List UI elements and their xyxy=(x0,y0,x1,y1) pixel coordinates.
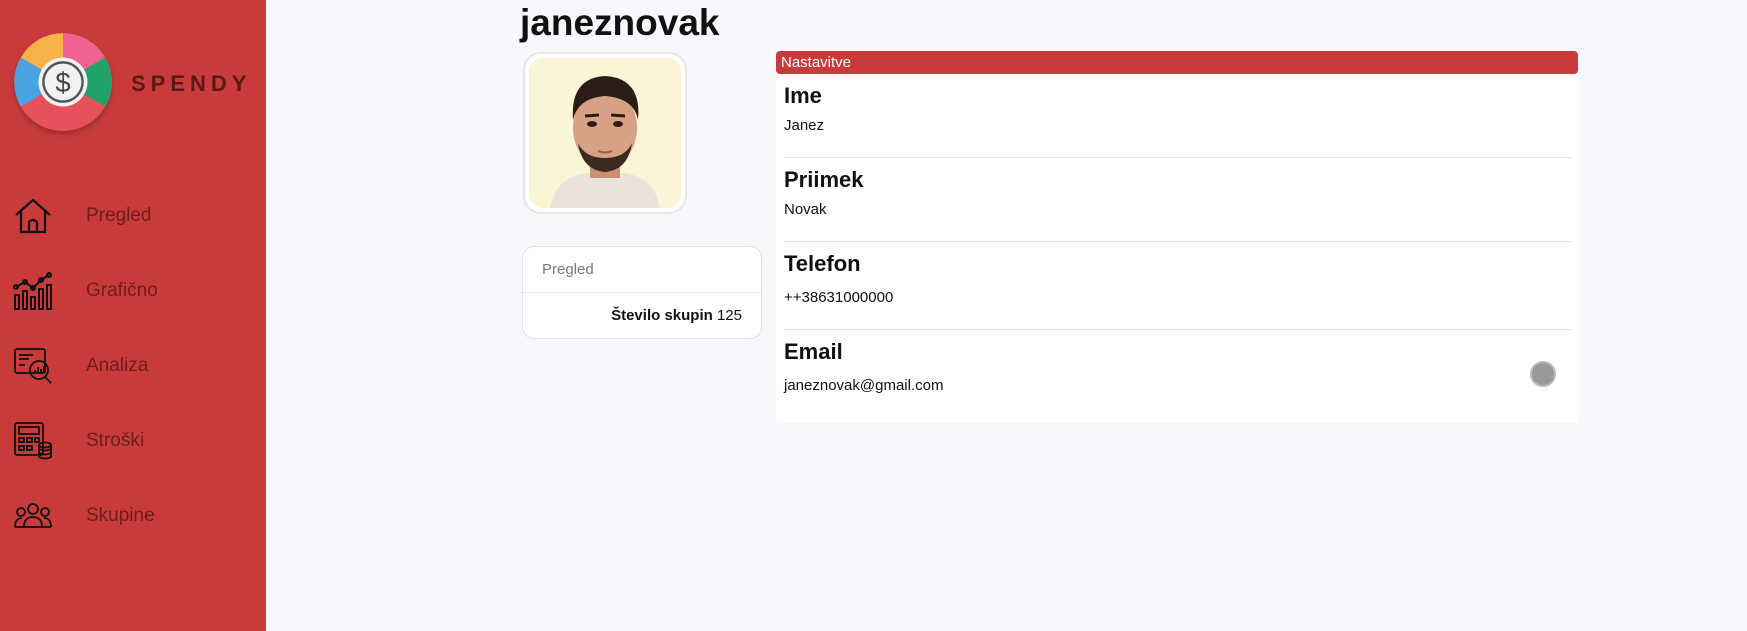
field-value: ++38631000000 xyxy=(784,289,894,306)
overview-title: Pregled xyxy=(542,261,594,278)
sidebar-nav: Pregled Grafično Analiza Stroški Skupine xyxy=(0,178,266,553)
brand[interactable]: $ SPENDY xyxy=(14,33,246,131)
groups-count-value: 125 xyxy=(716,307,742,324)
spendy-logo-icon: $ xyxy=(14,33,112,131)
field-label: Email xyxy=(784,339,843,364)
groups-count-label: Število skupin xyxy=(611,307,713,324)
field-phone[interactable]: Telefon ++38631000000 xyxy=(784,251,1571,306)
field-label: Ime xyxy=(784,83,822,108)
field-value: Janez xyxy=(784,117,825,134)
field-label: Priimek xyxy=(784,167,864,192)
avatar[interactable] xyxy=(523,52,687,214)
sidebar-item-label: Skupine xyxy=(86,504,155,526)
groups-icon xyxy=(14,502,52,528)
settings-header: Nastavitve xyxy=(776,51,1578,74)
field-first-name[interactable]: Ime Janez xyxy=(784,83,1571,134)
groups-count-row: Število skupin 125 xyxy=(611,307,742,324)
sidebar-item-stroski[interactable]: Stroški xyxy=(0,403,266,478)
sidebar-item-label: Grafično xyxy=(86,279,158,301)
field-email[interactable]: Email janeznovak@gmail.com xyxy=(784,339,1571,394)
brand-name: SPENDY xyxy=(131,71,252,96)
overview-card: Pregled Število skupin 125 xyxy=(522,246,762,339)
field-label: Telefon xyxy=(784,251,861,276)
sidebar-item-label: Pregled xyxy=(86,204,152,226)
sidebar-item-skupine[interactable]: Skupine xyxy=(0,478,266,553)
sidebar-item-pregled[interactable]: Pregled xyxy=(0,178,266,253)
field-last-name[interactable]: Priimek Novak xyxy=(784,167,1571,218)
svg-text:$: $ xyxy=(55,67,70,98)
settings-panel: Nastavitve Ime Janez Priimek Novak Telef… xyxy=(776,51,1578,423)
sidebar-item-graficno[interactable]: Grafično xyxy=(0,253,266,328)
expenses-icon xyxy=(14,421,52,459)
chart-icon xyxy=(13,271,52,310)
sidebar: $ SPENDY Pregled Grafično Analiza Strošk… xyxy=(0,0,266,631)
sidebar-item-analiza[interactable]: Analiza xyxy=(0,328,266,403)
divider xyxy=(523,292,761,293)
sidebar-item-label: Stroški xyxy=(86,429,145,451)
analysis-icon xyxy=(14,347,52,384)
page-title: janeznovak xyxy=(520,2,720,43)
home-icon xyxy=(15,198,51,233)
field-value: Novak xyxy=(784,201,827,218)
person-portrait-icon xyxy=(530,58,680,208)
sidebar-item-label: Analiza xyxy=(86,354,149,376)
profile-photo xyxy=(529,58,681,208)
toggle-button[interactable] xyxy=(1530,361,1556,387)
field-value: janeznovak@gmail.com xyxy=(784,377,944,394)
